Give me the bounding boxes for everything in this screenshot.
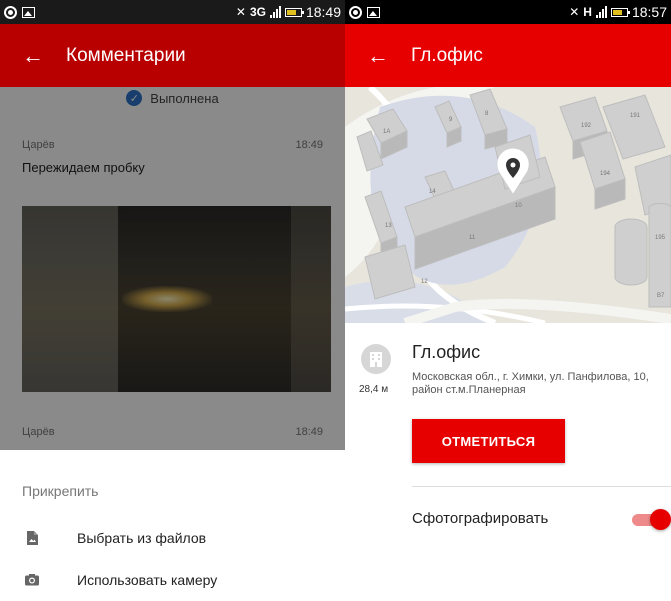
gallery-icon: [367, 6, 380, 18]
camera-icon: [25, 574, 39, 586]
page-title: Гл.офис: [411, 44, 483, 66]
place-screen: ✕ H 18:57 ← Гл.офис 1A 9 8 192 191 194 1…: [345, 0, 671, 601]
map-label: 194: [600, 171, 611, 177]
attach-bottom-sheet: Прикрепить Выбрать из файлов Использоват…: [0, 450, 345, 601]
check-in-button[interactable]: ОТМЕТИТЬСЯ: [412, 419, 565, 463]
map-label: 12: [421, 279, 428, 285]
app-bar: ← Комментарии: [0, 24, 345, 87]
map-label: 1A: [383, 129, 390, 135]
location-pin-icon[interactable]: [495, 148, 531, 196]
no-sim-icon: ✕: [569, 5, 580, 19]
network-type: H: [583, 5, 592, 19]
battery-icon: [610, 7, 630, 17]
status-bar: ✕ 3G 18:49: [0, 0, 345, 24]
app-bar: ← Гл.офис: [345, 24, 671, 87]
choose-file-item[interactable]: Выбрать из файлов: [0, 518, 345, 558]
network-type: 3G: [249, 5, 266, 19]
clock: 18:57: [631, 4, 667, 20]
sheet-title: Прикрепить: [22, 483, 99, 499]
map-view[interactable]: 1A 9 8 192 191 194 14 10 13 11 12 195 B7: [345, 87, 671, 323]
place-title: Гл.офис: [412, 342, 481, 362]
gallery-icon: [22, 6, 35, 18]
map-label: B7: [657, 293, 665, 299]
use-camera-item[interactable]: Использовать камеру: [0, 560, 345, 600]
place-address: Московская обл., г. Химки, ул. Панфилова…: [412, 371, 649, 396]
divider: [412, 486, 671, 487]
notification-icon: [4, 5, 17, 19]
use-camera-label: Использовать камеру: [77, 572, 218, 588]
place-distance: 28,4 м: [359, 384, 389, 395]
map-label: 14: [429, 189, 436, 195]
take-photo-switch[interactable]: [632, 509, 671, 530]
file-image-icon: [27, 531, 38, 545]
map-label: 195: [655, 235, 666, 241]
comments-screen: ✕ 3G 18:49 ← Комментарии ✓ Выполнена Цар…: [0, 0, 345, 601]
building-icon: [361, 344, 391, 374]
map-label: 192: [581, 123, 592, 129]
scrim-overlay[interactable]: [0, 87, 345, 450]
battery-icon: [284, 7, 304, 17]
signal-icon: [595, 6, 607, 18]
place-details: 28,4 м Гл.офис Московская обл., г. Химки…: [345, 323, 671, 601]
take-photo-label: Сфотографировать: [412, 510, 549, 527]
map-label: 13: [385, 223, 392, 229]
map-label: 11: [469, 235, 476, 241]
notification-icon: [349, 5, 362, 19]
map-label: 10: [515, 203, 522, 209]
status-bar: ✕ H 18:57: [345, 0, 671, 24]
clock: 18:49: [305, 4, 341, 20]
choose-file-label: Выбрать из файлов: [77, 530, 207, 546]
signal-icon: [269, 6, 281, 18]
no-sim-icon: ✕: [235, 5, 246, 19]
map-canvas: 1A 9 8 192 191 194 14 10 13 11 12 195 B7: [345, 87, 671, 323]
back-arrow-icon[interactable]: ←: [22, 43, 52, 69]
page-title: Комментарии: [66, 44, 186, 66]
back-arrow-icon[interactable]: ←: [367, 43, 397, 69]
map-label: 191: [630, 113, 641, 119]
